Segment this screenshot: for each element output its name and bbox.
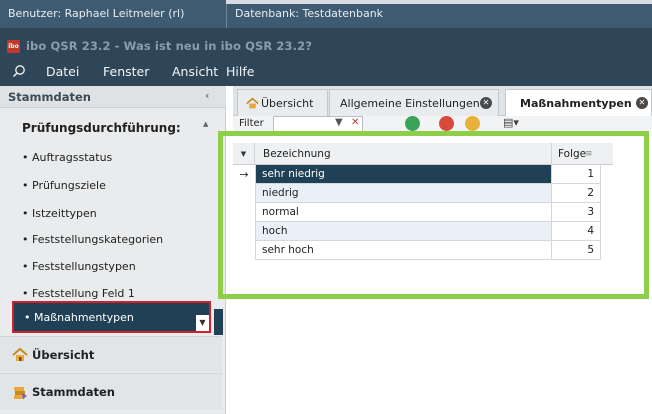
- tab-label: Allgemeine Einstellungen: [340, 97, 480, 110]
- highlight-frame: [218, 131, 649, 299]
- nav-button-stammdaten[interactable]: Stammdaten: [0, 373, 222, 409]
- sidebar-item-label: Maßnahmentypen: [34, 311, 134, 324]
- sidebar-item-label: Auftragsstatus: [32, 151, 113, 164]
- nav-button-label: Übersicht: [32, 348, 95, 362]
- status-bar: Benutzer: Raphael Leitmeier (rl) Datenba…: [0, 0, 652, 28]
- sidebar-item-label: Feststellungskategorien: [32, 233, 164, 246]
- database-info: Datenbank: Testdatenbank: [235, 7, 384, 20]
- delete-icon[interactable]: [439, 116, 454, 131]
- funnel-icon[interactable]: ▼: [335, 117, 343, 128]
- window-title: ibo QSR 23.2 - Was ist neu in ibo QSR 23…: [26, 39, 312, 53]
- chevron-down-icon[interactable]: ▼: [196, 315, 209, 331]
- tab-label: Maßnahmentypen: [520, 97, 632, 110]
- nav-button-label: Stammdaten: [32, 385, 115, 399]
- nav-button-uebersicht[interactable]: Übersicht: [0, 336, 222, 372]
- tab-uebersicht[interactable]: Übersicht: [237, 89, 328, 116]
- menu-item-ansicht[interactable]: Ansicht: [172, 64, 218, 79]
- clear-filter-icon[interactable]: ✕: [351, 117, 359, 128]
- menu-item-datei[interactable]: Datei: [46, 64, 79, 79]
- add-icon[interactable]: [405, 116, 420, 131]
- sidebar-item-label: Feststellung Feld 1: [32, 287, 135, 300]
- user-info: Benutzer: Raphael Leitmeier (rl): [8, 7, 185, 20]
- sidebar-item-pruefungsziele[interactable]: • Prüfungsziele: [0, 170, 224, 200]
- sidebar-item-label: Feststellungstypen: [32, 260, 136, 273]
- home-icon: [12, 347, 28, 361]
- sidebar-item-label: Prüfungsziele: [32, 179, 106, 192]
- filter-label: Filter: [239, 118, 264, 129]
- print-icon[interactable]: ▤▾: [503, 116, 519, 129]
- caret-up-icon[interactable]: ▲: [203, 120, 208, 128]
- group-title[interactable]: Prüfungsdurchführung:: [22, 121, 181, 135]
- sidebar-item-label: Istzeittypen: [32, 207, 97, 220]
- scrollbar-thumb[interactable]: [214, 309, 223, 335]
- sidebar: Stammdaten ‹ Prüfungsdurchführung: ▲ • A…: [0, 86, 226, 414]
- close-icon[interactable]: ✕: [636, 97, 648, 109]
- menu-bar: Datei Fenster Ansicht Hilfe: [0, 56, 652, 86]
- filter-input[interactable]: [273, 116, 363, 132]
- menu-item-fenster[interactable]: Fenster: [103, 64, 149, 79]
- app-logo-icon: ibo: [7, 40, 20, 53]
- search-icon[interactable]: [12, 64, 26, 78]
- collapse-sidebar-icon[interactable]: ‹: [205, 89, 209, 102]
- tab-massnahmentypen[interactable]: Maßnahmentypen ✕: [505, 89, 652, 117]
- tab-allgemeine-einstellungen[interactable]: Allgemeine Einstellungen ✕: [329, 89, 499, 116]
- status-divider: [226, 0, 227, 28]
- tab-label: Übersicht: [261, 97, 314, 110]
- tab-strip: Übersicht Allgemeine Einstellungen ✕ Maß…: [233, 86, 652, 117]
- sidebar-item-auftragsstatus[interactable]: • Auftragsstatus: [0, 142, 224, 172]
- menu-item-hilfe[interactable]: Hilfe: [226, 64, 254, 79]
- sidebar-item-feststellungstypen[interactable]: • Feststellungstypen: [0, 251, 224, 281]
- stack-icon: [14, 387, 27, 399]
- grid-toolbar: Filter ▼ ✕ ▤▾: [233, 116, 652, 132]
- sidebar-item-feststellungskategorien[interactable]: • Feststellungskategorien: [0, 224, 224, 254]
- sidebar-header: Stammdaten ‹: [0, 86, 226, 108]
- sidebar-title: Stammdaten: [8, 90, 91, 104]
- close-icon[interactable]: ✕: [480, 97, 492, 109]
- info-icon[interactable]: [465, 116, 480, 131]
- home-icon: [246, 97, 259, 109]
- sidebar-item-massnahmentypen[interactable]: • Maßnahmentypen ▼: [12, 301, 211, 333]
